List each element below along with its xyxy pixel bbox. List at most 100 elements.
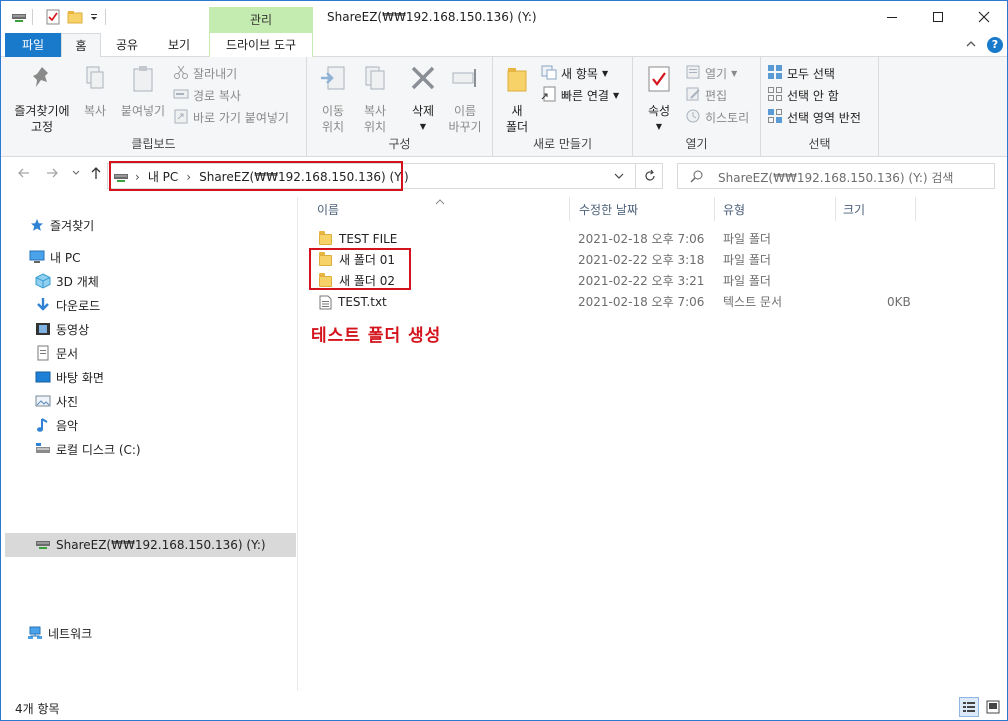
file-size: 0KB (887, 295, 911, 309)
copy-to-icon (355, 63, 395, 99)
delete-x-icon (405, 63, 441, 99)
file-name: TEST FILE (339, 232, 398, 246)
large-icons-view-icon (986, 700, 1000, 714)
context-tab-group-manage: 관리 (209, 7, 313, 33)
column-separator[interactable] (835, 197, 836, 221)
group-clipboard: 즐겨찾기에 고정 복사 붙여넣기 잘라내기 경로 복사 바로 가기 붙여넣기 클… (1, 57, 307, 157)
file-type: 파일 폴더 (723, 253, 771, 267)
delete-button[interactable]: 삭제 ▼ (405, 63, 441, 135)
open-dropdown-icon: ▼ (731, 68, 738, 78)
column-header-name[interactable]: 이름 (317, 201, 339, 221)
edit-icon (685, 86, 701, 105)
search-box[interactable]: ShareEZ(₩₩192.168.150.136) (Y:) 검색 (677, 163, 995, 189)
new-folder-quick-icon[interactable] (67, 7, 83, 27)
nav-item-videos[interactable]: 동영상 (35, 318, 89, 340)
title-bar: 관리 ShareEZ(₩₩192.168.150.136) (Y:) (1, 1, 1007, 33)
new-folder-button[interactable]: 새 폴더 (499, 63, 535, 135)
easy-access-icon (541, 86, 557, 105)
nav-item-network[interactable]: 네트워크 (27, 622, 92, 644)
close-button[interactable] (961, 1, 1007, 33)
tab-share[interactable]: 공유 (107, 33, 147, 57)
address-history-chevron-icon[interactable] (613, 170, 625, 185)
file-modified: 2021-02-18 오후 7:06 (578, 232, 705, 246)
nav-item-pictures[interactable]: 사진 (35, 390, 78, 412)
nav-item-downloads[interactable]: 다운로드 (35, 294, 100, 316)
paste-shortcut-button[interactable]: 바로 가기 붙여넣기 (173, 107, 289, 127)
up-arrow-icon[interactable] (89, 166, 103, 184)
invert-selection-button[interactable]: 선택 영역 반전 (767, 107, 861, 127)
nav-item-documents[interactable]: 문서 (35, 342, 78, 364)
tab-view[interactable]: 보기 (157, 33, 201, 57)
column-separator[interactable] (714, 197, 715, 221)
properties-dropdown-icon: ▼ (655, 122, 663, 131)
copy-to-button[interactable]: 복사 위치 (355, 63, 395, 135)
download-arrow-icon (35, 297, 51, 313)
move-to-button[interactable]: 이동 위치 (313, 63, 353, 135)
scissors-icon (173, 64, 189, 83)
table-row[interactable]: TEST.txt 2021-02-18 오후 7:06 텍스트 문서 0KB (317, 292, 917, 313)
help-icon[interactable]: ? (987, 37, 1003, 53)
copy-button[interactable]: 복사 (77, 63, 113, 119)
maximize-button[interactable] (915, 1, 961, 33)
nav-item-3d-objects[interactable]: 3D 개체 (35, 270, 99, 292)
properties-button[interactable]: 속성 ▼ (639, 63, 679, 135)
select-none-button[interactable]: 선택 안 함 (767, 85, 839, 105)
star-icon (29, 217, 45, 233)
table-row[interactable]: TEST FILE 2021-02-18 오후 7:06 파일 폴더 (317, 229, 917, 250)
minimize-button[interactable] (869, 1, 915, 33)
column-header-modified[interactable]: 수정한 날짜 (579, 201, 638, 221)
network-drive-icon (35, 537, 51, 553)
cut-button[interactable]: 잘라내기 (173, 63, 237, 83)
paste-button[interactable]: 붙여넣기 (117, 63, 169, 119)
document-icon (35, 345, 51, 361)
nav-item-music[interactable]: 음악 (35, 414, 78, 436)
large-icons-view-button[interactable] (983, 697, 1003, 717)
hard-disk-icon (35, 441, 51, 457)
select-all-button[interactable]: 모두 선택 (767, 63, 835, 83)
customize-quick-access-icon[interactable] (89, 7, 99, 27)
select-none-icon (767, 86, 783, 105)
column-header-type[interactable]: 유형 (723, 201, 745, 221)
file-name: TEST.txt (338, 295, 387, 309)
nav-item-desktop[interactable]: 바탕 화면 (35, 366, 104, 388)
file-modified: 2021-02-22 오후 3:18 (578, 253, 705, 267)
clipboard-icon (117, 63, 169, 99)
nav-item-local-disk[interactable]: 로컬 디스크 (C:) (35, 438, 141, 460)
column-separator[interactable] (915, 197, 916, 221)
history-icon (685, 108, 701, 127)
history-button[interactable]: 히스토리 (685, 107, 749, 127)
rename-button[interactable]: 이름 바꾸기 (443, 63, 487, 135)
nav-item-quick-access[interactable]: 즐겨찾기 (29, 214, 94, 236)
column-header-size[interactable]: 크기 (843, 201, 865, 221)
nav-item-this-pc[interactable]: 내 PC (29, 246, 80, 268)
file-type: 텍스트 문서 (723, 295, 783, 309)
sort-ascending-icon (435, 194, 445, 208)
rename-icon (443, 63, 487, 99)
file-type: 파일 폴더 (723, 274, 771, 288)
pin-to-quick-access-button[interactable]: 즐겨찾기에 고정 (9, 63, 75, 135)
nav-item-share-drive[interactable]: ShareEZ(₩₩192.168.150.136) (Y:) (35, 534, 266, 556)
picture-icon (35, 393, 51, 409)
refresh-button[interactable] (635, 163, 663, 189)
music-note-icon (35, 417, 51, 433)
tab-file[interactable]: 파일 (5, 33, 61, 57)
recent-locations-chevron-icon[interactable] (71, 166, 81, 184)
new-folders-highlight-box (309, 248, 411, 290)
ribbon-tabs: 파일 홈 공유 보기 드라이브 도구 ? (1, 33, 1007, 58)
tab-home[interactable]: 홈 (61, 33, 101, 58)
open-button[interactable]: 열기 ▼ (685, 63, 737, 83)
edit-button[interactable]: 편집 (685, 85, 727, 105)
new-folder-icon (499, 63, 535, 99)
properties-quick-icon[interactable] (45, 7, 61, 27)
copy-path-button[interactable]: 경로 복사 (173, 85, 241, 105)
back-arrow-icon[interactable] (17, 166, 31, 184)
easy-access-button[interactable]: 빠른 연결 ▼ (541, 85, 619, 105)
collapse-ribbon-icon[interactable] (965, 38, 977, 53)
file-modified: 2021-02-18 오후 7:06 (578, 295, 705, 309)
tab-drive-tools[interactable]: 드라이브 도구 (209, 33, 313, 57)
new-item-button[interactable]: 새 항목 ▼ (541, 63, 608, 83)
forward-arrow-icon[interactable] (45, 166, 59, 184)
details-view-button[interactable] (959, 697, 979, 717)
column-separator[interactable] (569, 197, 570, 221)
group-new: 새 폴더 새 항목 ▼ 빠른 연결 ▼ 새로 만들기 (493, 57, 633, 157)
